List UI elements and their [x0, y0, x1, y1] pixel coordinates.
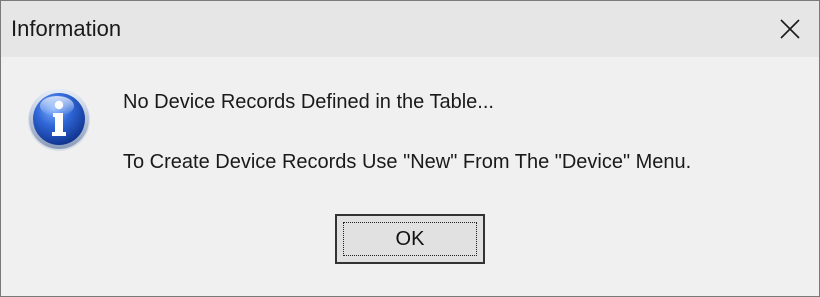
- ok-button-label: OK: [395, 228, 425, 250]
- information-icon: [28, 89, 90, 151]
- title-bar[interactable]: Information: [1, 1, 819, 57]
- ok-button[interactable]: OK: [335, 214, 485, 264]
- message-line-2: To Create Device Records Use "New" From …: [123, 151, 692, 173]
- message-line-1: No Device Records Defined in the Table..…: [123, 91, 494, 113]
- dialog-body: No Device Records Defined in the Table..…: [1, 57, 819, 296]
- close-button[interactable]: [761, 1, 819, 57]
- close-icon: [780, 19, 800, 39]
- dialog-title: Information: [11, 16, 122, 41]
- information-dialog: Information No Device Records Defined in…: [0, 0, 820, 297]
